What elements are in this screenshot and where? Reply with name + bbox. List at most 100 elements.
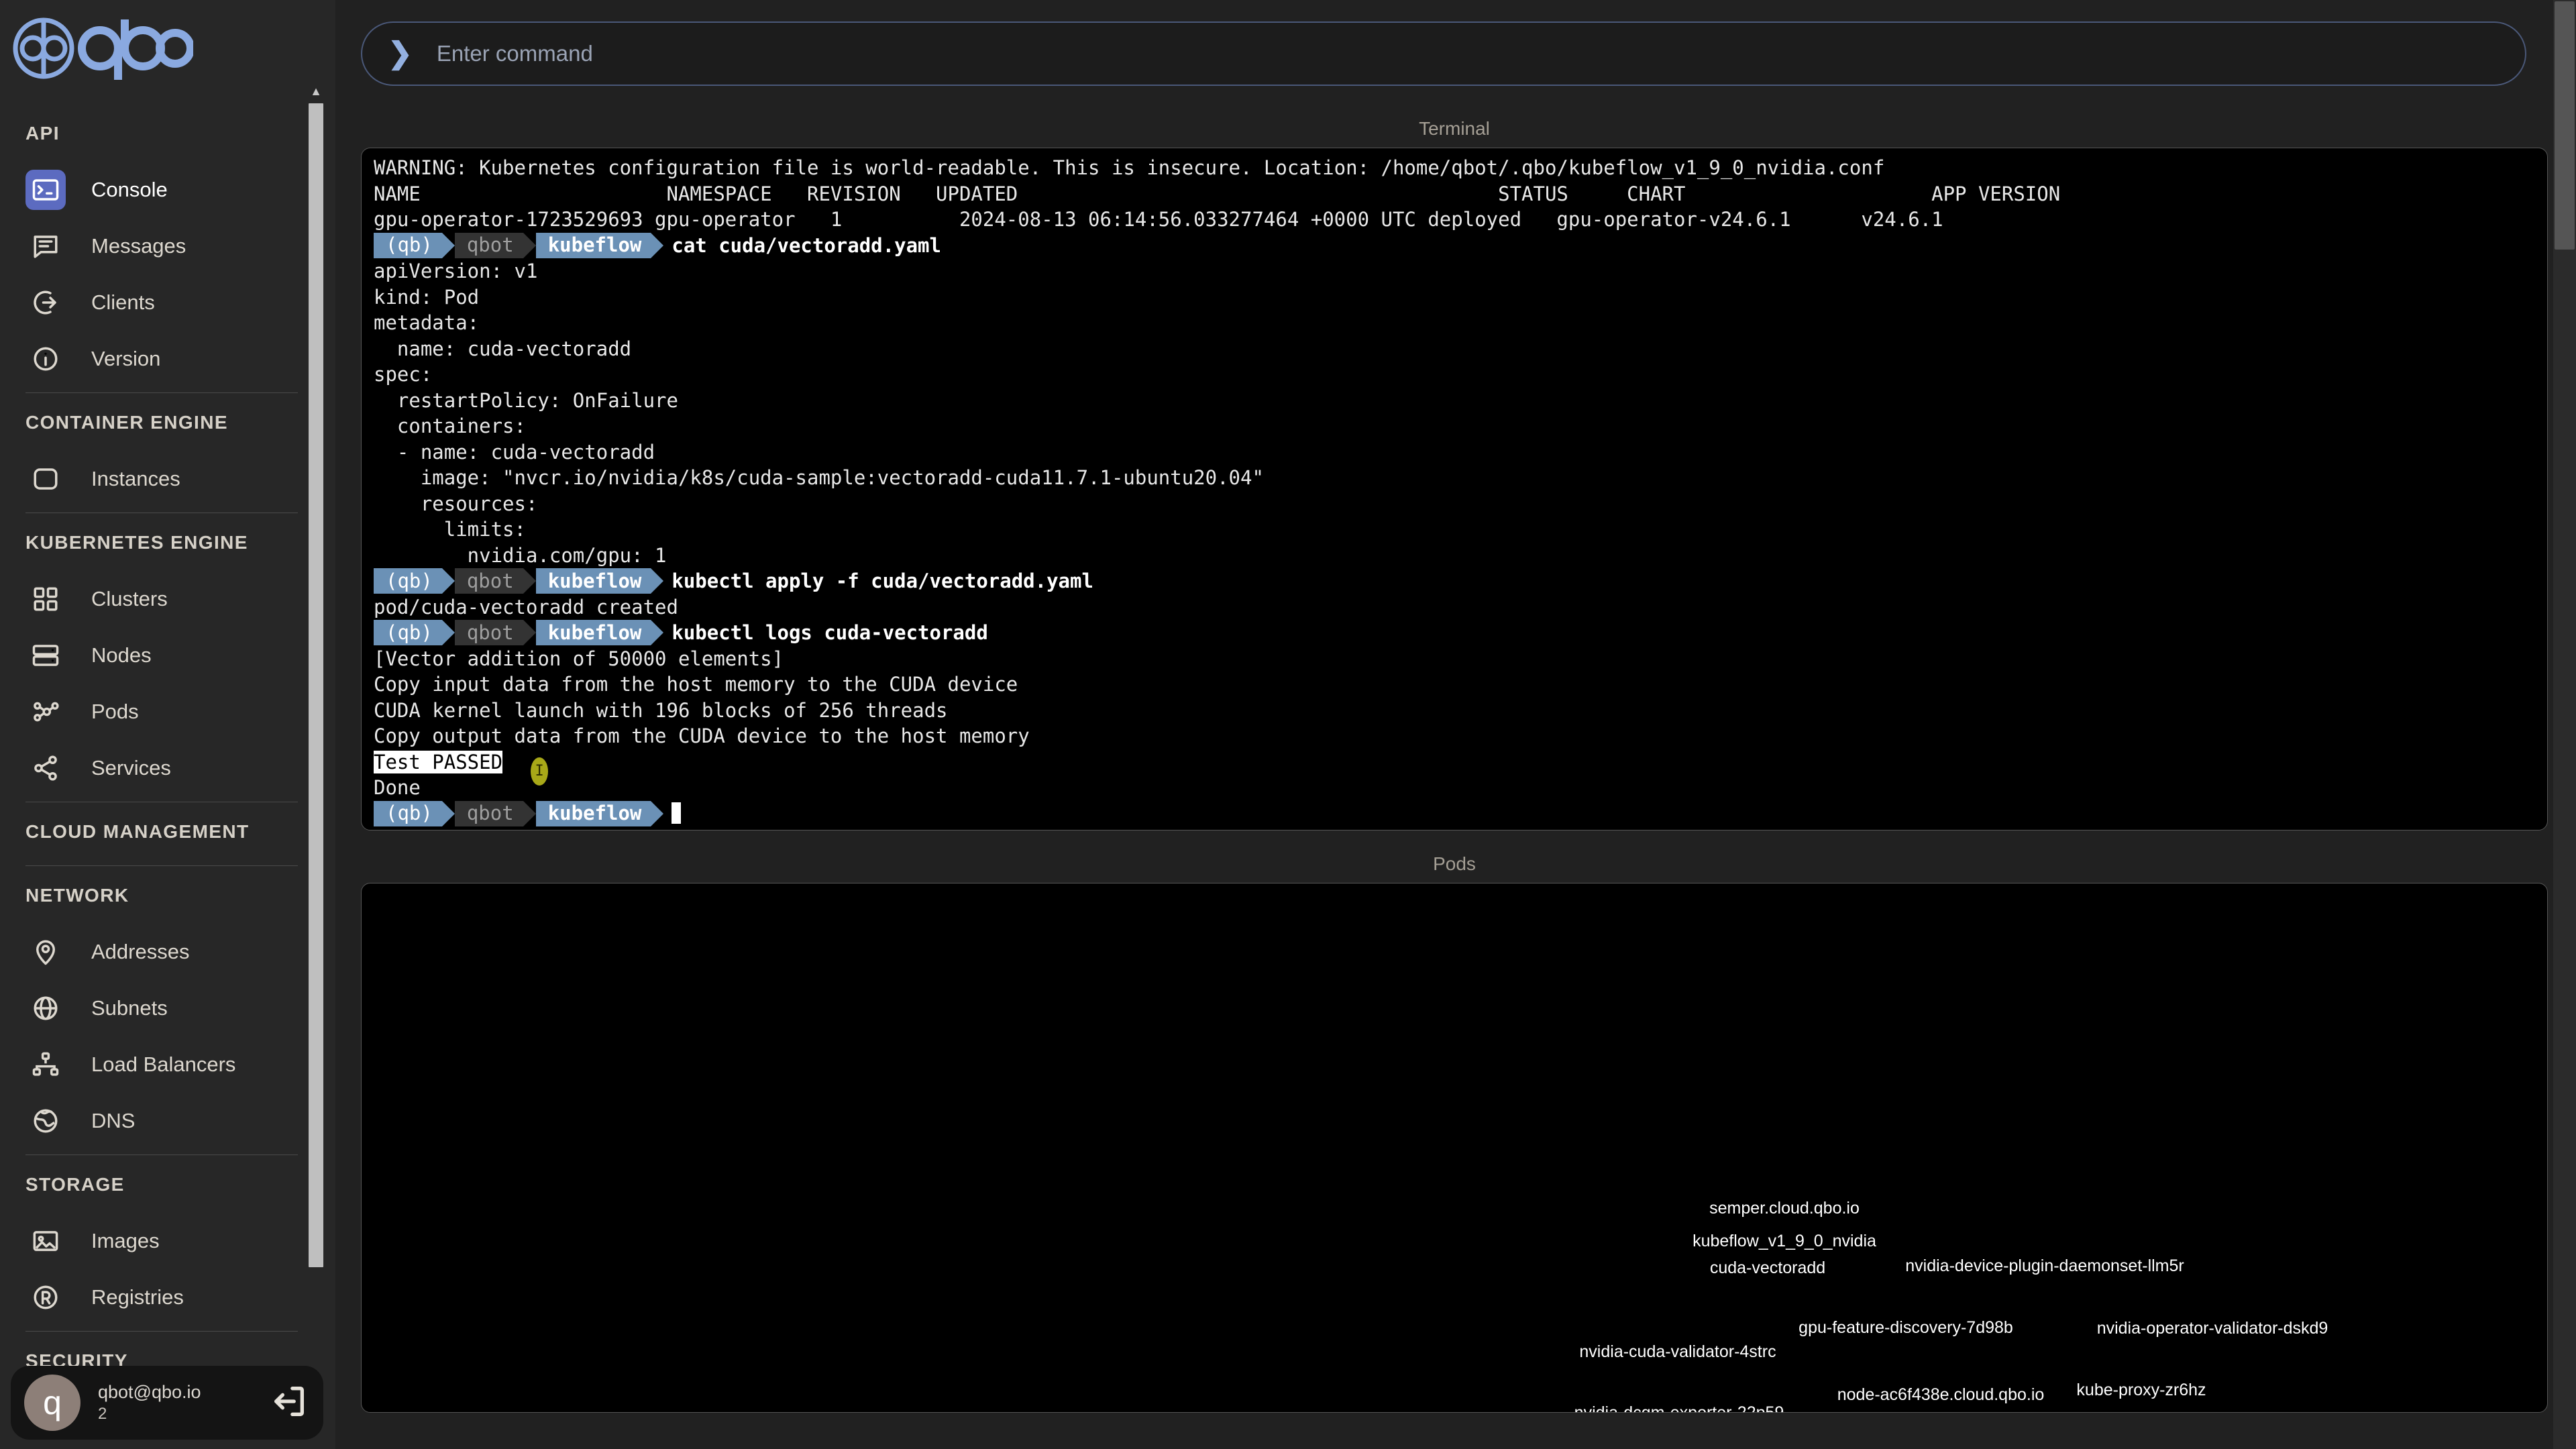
sidebar-item-messages[interactable]: Messages bbox=[0, 218, 323, 274]
prompt-arrow-icon bbox=[442, 801, 455, 826]
pods-panel: Pods cuda-vectoraddnvidia-device-plugin-… bbox=[361, 853, 2548, 1413]
sidebar-item-registries[interactable]: Registries bbox=[0, 1269, 323, 1326]
sidebar-item-pods[interactable]: Pods bbox=[0, 684, 323, 740]
user-profile-card[interactable]: q qbot@qbo.io 2 bbox=[11, 1366, 323, 1440]
sidebar-nav: APIConsoleMessagesClientsVersionCONTAINE… bbox=[0, 104, 323, 1449]
sidebar-item-label: Console bbox=[91, 178, 168, 202]
cluster-label: kubeflow_v1_9_0_nvidia bbox=[1693, 1232, 1876, 1251]
sidebar-item-console[interactable]: Console bbox=[0, 162, 323, 218]
prompt-arrow-icon bbox=[442, 568, 455, 594]
terminal-command-line: (qb)qbotkubeflowkubectl apply -f cuda/ve… bbox=[374, 568, 2536, 594]
terminal-prompt: (qb)qbotkubeflow bbox=[374, 568, 663, 594]
sidebar-item-label: Subnets bbox=[91, 996, 168, 1020]
globe-icon bbox=[25, 988, 66, 1028]
prompt-arrow-icon bbox=[523, 801, 536, 826]
prompt-context: kubeflow bbox=[536, 568, 651, 594]
qbo-logo[interactable] bbox=[0, 0, 335, 104]
pods-graph-container[interactable]: cuda-vectoraddnvidia-device-plugin-daemo… bbox=[361, 883, 2548, 1413]
command-input[interactable] bbox=[437, 41, 2500, 66]
sidebar-item-label: Clients bbox=[91, 290, 155, 315]
login-icon bbox=[25, 282, 66, 323]
terminal-output-line-selected: Test PASSEDI bbox=[374, 749, 2536, 775]
balancer-icon bbox=[25, 1044, 66, 1085]
server-icon bbox=[25, 635, 66, 676]
sidebar-item-clusters[interactable]: Clusters bbox=[0, 571, 323, 627]
terminal-output-line: metadata: bbox=[374, 310, 2536, 336]
terminal-output-line: - name: cuda-vectoradd bbox=[374, 439, 2536, 466]
sidebar-item-label: Nodes bbox=[91, 643, 152, 667]
terminal-prompt: (qb)qbotkubeflow bbox=[374, 801, 663, 826]
chevron-right-icon: ❯ bbox=[388, 39, 413, 68]
terminal-output-line: gpu-operator-1723529693 gpu-operator 1 2… bbox=[374, 207, 2536, 233]
terminal-output-line: Copy input data from the host memory to … bbox=[374, 672, 2536, 698]
nav-section-title-storage: STORAGE bbox=[0, 1155, 323, 1213]
command-bar[interactable]: ❯ bbox=[361, 21, 2526, 86]
sidebar-item-label: Load Balancers bbox=[91, 1053, 235, 1077]
terminal-output-line: apiVersion: v1 bbox=[374, 258, 2536, 284]
terminal-command-text: cat cuda/vectoradd.yaml bbox=[672, 234, 941, 257]
sidebar-item-images[interactable]: Images bbox=[0, 1213, 323, 1269]
logout-icon[interactable] bbox=[270, 1382, 309, 1424]
sidebar-item-dns[interactable]: DNS bbox=[0, 1093, 323, 1149]
terminal-output-line: pod/cuda-vectoradd created bbox=[374, 594, 2536, 621]
nav-section-title-api: API bbox=[0, 104, 323, 162]
sidebar-item-label: Images bbox=[91, 1229, 160, 1253]
terminal-icon bbox=[25, 170, 66, 210]
graph-node-label: nvidia-cuda-validator-4strc bbox=[1579, 1342, 1776, 1362]
prompt-context: kubeflow bbox=[536, 801, 651, 826]
prompt-user: qbot bbox=[455, 233, 523, 258]
graph-node-label: nvidia-operator-validator-dskd9 bbox=[2097, 1319, 2328, 1338]
sidebar-item-load-balancers[interactable]: Load Balancers bbox=[0, 1036, 323, 1093]
cluster-label: semper.cloud.qbo.io bbox=[1709, 1199, 1860, 1218]
sidebar-item-label: Registries bbox=[91, 1285, 184, 1309]
sidebar-item-nodes[interactable]: Nodes bbox=[0, 627, 323, 684]
location-icon bbox=[25, 932, 66, 972]
terminal-output-line: resources: bbox=[374, 491, 2536, 517]
terminal-output-line: spec: bbox=[374, 362, 2536, 388]
sidebar-item-label: Services bbox=[91, 756, 171, 780]
terminal-output-line: Done bbox=[374, 775, 2536, 801]
terminal-output[interactable]: WARNING: Kubernetes configuration file i… bbox=[361, 148, 2548, 830]
terminal-active-prompt: (qb)qbotkubeflow bbox=[374, 801, 2536, 827]
message-icon bbox=[25, 226, 66, 266]
user-sub-label: 2 bbox=[98, 1403, 270, 1424]
terminal-selected-text: Test PASSED bbox=[374, 751, 502, 773]
sidebar-scrollbar-thumb[interactable] bbox=[309, 103, 323, 1267]
sidebar-scrollbar[interactable]: ▲ ▼ bbox=[309, 87, 323, 1389]
info-icon bbox=[25, 339, 66, 379]
pods-graph[interactable] bbox=[362, 883, 563, 984]
square-icon bbox=[25, 459, 66, 499]
sidebar-item-version[interactable]: Version bbox=[0, 331, 323, 387]
sidebar-item-services[interactable]: Services bbox=[0, 740, 323, 796]
terminal-panel-title: Terminal bbox=[361, 118, 2548, 148]
terminal-output-line: NAME NAMESPACE REVISION UPDATED STATUS C… bbox=[374, 181, 2536, 207]
terminal-output-line: [Vector addition of 50000 elements] bbox=[374, 646, 2536, 672]
scroll-up-arrow-icon[interactable]: ▲ bbox=[310, 87, 322, 97]
dns-icon bbox=[25, 1101, 66, 1141]
prompt-arrow-icon bbox=[442, 233, 455, 258]
share-icon bbox=[25, 748, 66, 788]
prompt-env: (qb) bbox=[374, 568, 442, 594]
user-email: qbot@qbo.io bbox=[98, 1381, 270, 1404]
page-scrollbar-thumb[interactable] bbox=[2555, 1, 2575, 250]
graph-node-label: gpu-feature-discovery-7d98b bbox=[1799, 1318, 2013, 1338]
pods-panel-title: Pods bbox=[361, 853, 2548, 883]
graph-node-label: kube-proxy-zr6hz bbox=[2076, 1381, 2206, 1400]
terminal-output-line: WARNING: Kubernetes configuration file i… bbox=[374, 155, 2536, 181]
sidebar-item-addresses[interactable]: Addresses bbox=[0, 924, 323, 980]
terminal-output-line: name: cuda-vectoradd bbox=[374, 336, 2536, 362]
prompt-arrow-icon bbox=[651, 620, 663, 645]
prompt-env: (qb) bbox=[374, 233, 442, 258]
avatar: q bbox=[24, 1375, 80, 1431]
graph-node-label: nvidia-device-plugin-daemonset-llm5r bbox=[1905, 1256, 2184, 1276]
main-content: ❯ Terminal ✖ WARNING: Kubernetes configu… bbox=[335, 0, 2576, 1449]
nav-section-title-network: NETWORK bbox=[0, 866, 323, 924]
qbo-logo-icon bbox=[12, 16, 193, 83]
registry-icon bbox=[25, 1277, 66, 1318]
page-scrollbar[interactable] bbox=[2553, 0, 2576, 1449]
image-icon bbox=[25, 1221, 66, 1261]
sidebar-item-subnets[interactable]: Subnets bbox=[0, 980, 323, 1036]
sidebar-item-clients[interactable]: Clients bbox=[0, 274, 323, 331]
sidebar-item-instances[interactable]: Instances bbox=[0, 451, 323, 507]
prompt-user: qbot bbox=[455, 620, 523, 645]
